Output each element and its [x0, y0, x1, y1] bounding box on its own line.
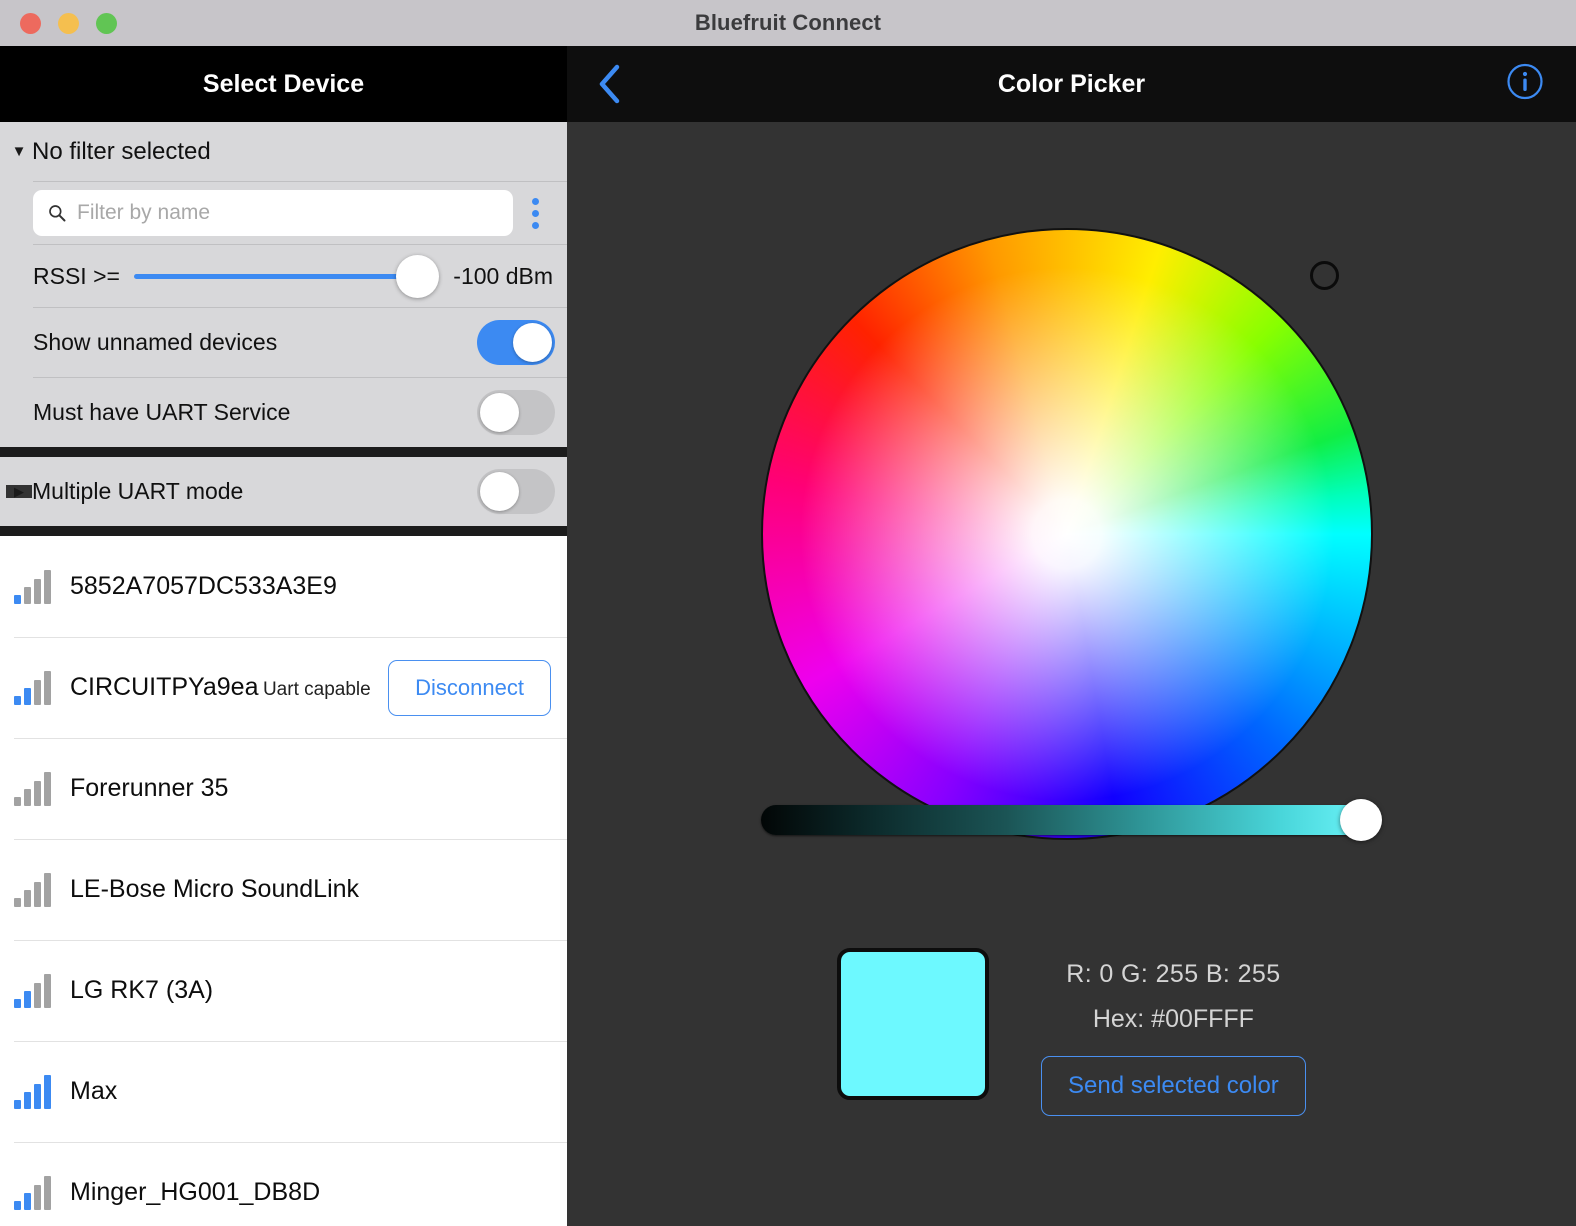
show-unnamed-devices-label: Show unnamed devices [33, 329, 278, 355]
device-name: LE-Bose Micro SoundLink [70, 875, 360, 904]
chevron-left-icon [599, 64, 620, 104]
color-swatch-preview [837, 948, 989, 1100]
signal-strength-icon [14, 569, 56, 604]
filter-search-row [0, 182, 567, 244]
brightness-slider-knob[interactable] [1340, 799, 1382, 841]
window-title: Bluefruit Connect [694, 10, 882, 35]
window-body: Select Device No filter selected [0, 46, 1576, 1226]
filter-section-title: No filter selected [32, 137, 211, 165]
device-list-item[interactable]: Minger_HG001_DB8D [0, 1142, 567, 1226]
kebab-menu-icon[interactable] [513, 191, 557, 235]
search-icon [49, 205, 66, 222]
device-name: Max [70, 1077, 118, 1106]
color-wheel[interactable] [761, 228, 1373, 840]
hex-value-text: Hex: #00FFFF [1092, 1005, 1254, 1033]
send-selected-color-button[interactable]: Send selected color [1041, 1056, 1306, 1116]
device-subtitle: Uart capable [262, 679, 371, 701]
multiple-uart-mode-row[interactable]: Multiple UART mode [0, 457, 567, 526]
signal-strength-icon [14, 670, 56, 705]
color-picker-panel: Color Picker R: 0 G: 255 B: 255 Hex: #00… [567, 46, 1576, 1226]
must-have-uart-service-toggle[interactable] [477, 390, 555, 435]
chevron-right-icon [6, 485, 32, 498]
section-separator [0, 447, 567, 457]
device-list-item[interactable]: Max [0, 1041, 567, 1142]
device-name: Forerunner 35 [70, 774, 229, 803]
rssi-slider-fill [133, 273, 422, 279]
info-button[interactable] [1506, 63, 1544, 106]
color-picker-header: Color Picker [567, 46, 1576, 122]
window-titlebar: Bluefruit Connect [0, 0, 1576, 46]
chevron-down-icon [6, 144, 32, 159]
disconnect-button[interactable]: Disconnect [388, 659, 551, 716]
section-separator [0, 526, 567, 536]
multiple-uart-section: Multiple UART mode [0, 457, 567, 526]
show-unnamed-devices-toggle[interactable] [477, 320, 555, 365]
device-list[interactable]: 5852A7057DC533A3E9 CIRCUITPYa9ea Uart ca… [0, 536, 567, 1226]
rssi-filter-row: RSSI >= -100 dBm [0, 245, 567, 307]
rssi-slider-knob[interactable] [396, 254, 440, 298]
filter-section-header[interactable]: No filter selected [0, 122, 567, 181]
signal-strength-icon [14, 771, 56, 806]
device-name: CIRCUITPYa9ea [70, 673, 259, 702]
select-device-header: Select Device [0, 46, 567, 122]
device-list-item[interactable]: CIRCUITPYa9ea Uart capable Disconnect [0, 637, 567, 738]
rssi-slider[interactable] [133, 254, 440, 298]
signal-strength-icon [14, 1175, 56, 1210]
search-box[interactable] [33, 190, 513, 236]
show-unnamed-devices-row[interactable]: Show unnamed devices [0, 308, 567, 377]
color-picker-canvas: R: 0 G: 255 B: 255 Hex: #00FFFF Send sel… [567, 122, 1576, 1226]
device-list-item[interactable]: LE-Bose Micro SoundLink [0, 839, 567, 940]
color-cursor-indicator[interactable] [1310, 261, 1339, 290]
info-circle-icon [1507, 63, 1543, 100]
search-input[interactable] [77, 201, 503, 225]
must-have-uart-service-label: Must have UART Service [33, 399, 291, 425]
brightness-slider-track [761, 805, 1373, 835]
device-list-item[interactable]: 5852A7057DC533A3E9 [0, 536, 567, 637]
signal-strength-icon [14, 1074, 56, 1109]
rssi-label: RSSI >= [33, 262, 120, 289]
filter-section: No filter selected [0, 122, 567, 447]
brightness-slider[interactable] [761, 798, 1382, 842]
color-picker-title: Color Picker [997, 69, 1146, 98]
device-name: 5852A7057DC533A3E9 [70, 572, 337, 601]
multiple-uart-mode-label: Multiple UART mode [32, 478, 244, 504]
device-name: Minger_HG001_DB8D [70, 1178, 321, 1207]
device-name: LG RK7 (3A) [70, 976, 214, 1005]
signal-strength-icon [14, 973, 56, 1008]
rgb-values-text: R: 0 G: 255 B: 255 [1066, 960, 1281, 988]
must-have-uart-service-row[interactable]: Must have UART Service [0, 378, 567, 447]
device-list-item[interactable]: LG RK7 (3A) [0, 940, 567, 1041]
multiple-uart-mode-toggle[interactable] [477, 469, 555, 514]
selected-color-info: R: 0 G: 255 B: 255 Hex: #00FFFF Send sel… [837, 948, 1306, 1116]
app-window: Bluefruit Connect Select Device No filte… [0, 0, 1576, 1226]
back-button[interactable] [581, 46, 637, 122]
signal-strength-icon [14, 872, 56, 907]
device-list-item[interactable]: Forerunner 35 [0, 738, 567, 839]
select-device-panel: Select Device No filter selected [0, 46, 567, 1226]
rssi-value: -100 dBm [453, 262, 553, 289]
